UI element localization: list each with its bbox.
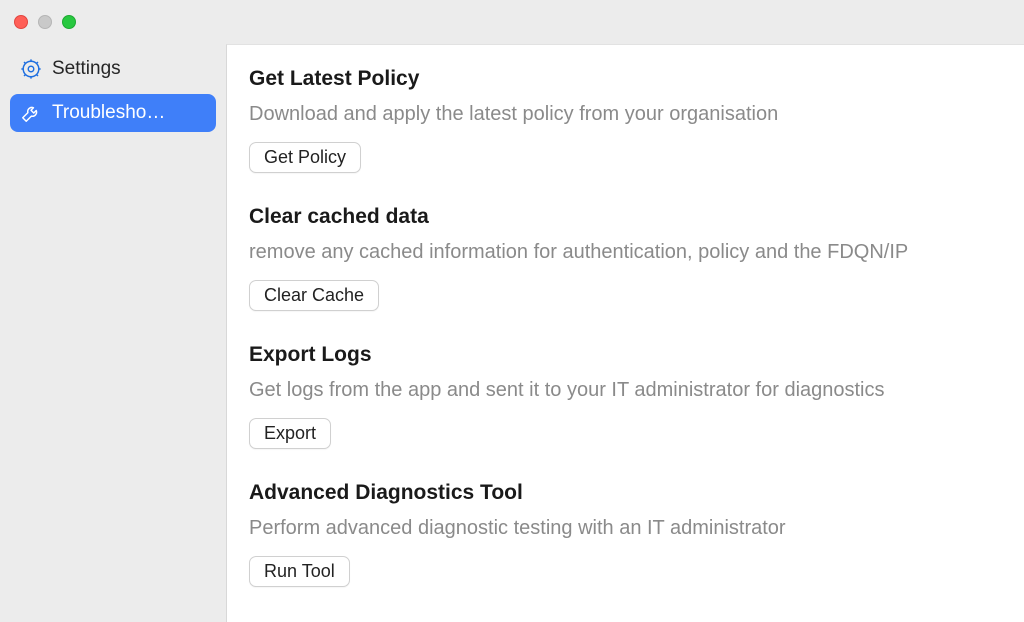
section-export-logs: Export Logs Get logs from the app and se… [249, 343, 1002, 449]
sidebar-item-label: Settings [52, 58, 121, 80]
gear-icon [20, 58, 42, 80]
run-tool-button[interactable]: Run Tool [249, 556, 350, 587]
section-get-latest-policy: Get Latest Policy Download and apply the… [249, 67, 1002, 173]
wrench-icon [20, 102, 42, 124]
section-description: remove any cached information for authen… [249, 239, 1002, 266]
section-title: Advanced Diagnostics Tool [249, 481, 1002, 505]
sidebar-item-label: Troublesho… [52, 102, 165, 124]
section-clear-cached-data: Clear cached data remove any cached info… [249, 205, 1002, 311]
window-minimize-button[interactable] [38, 15, 52, 29]
window-zoom-button[interactable] [62, 15, 76, 29]
section-description: Get logs from the app and sent it to you… [249, 377, 1002, 404]
sidebar-item-troubleshooting[interactable]: Troublesho… [10, 94, 216, 132]
sidebar-item-settings[interactable]: Settings [10, 50, 216, 88]
titlebar [0, 0, 1024, 44]
clear-cache-button[interactable]: Clear Cache [249, 280, 379, 311]
section-title: Export Logs [249, 343, 1002, 367]
section-description: Download and apply the latest policy fro… [249, 101, 1002, 128]
app-window: Settings Troublesho… Get Latest Policy D… [0, 0, 1024, 622]
get-policy-button[interactable]: Get Policy [249, 142, 361, 173]
content-pane: Get Latest Policy Download and apply the… [226, 44, 1024, 622]
section-title: Clear cached data [249, 205, 1002, 229]
sidebar: Settings Troublesho… [0, 44, 226, 622]
export-button[interactable]: Export [249, 418, 331, 449]
section-description: Perform advanced diagnostic testing with… [249, 515, 1002, 542]
section-advanced-diagnostics: Advanced Diagnostics Tool Perform advanc… [249, 481, 1002, 587]
section-title: Get Latest Policy [249, 67, 1002, 91]
window-close-button[interactable] [14, 15, 28, 29]
window-body: Settings Troublesho… Get Latest Policy D… [0, 44, 1024, 622]
